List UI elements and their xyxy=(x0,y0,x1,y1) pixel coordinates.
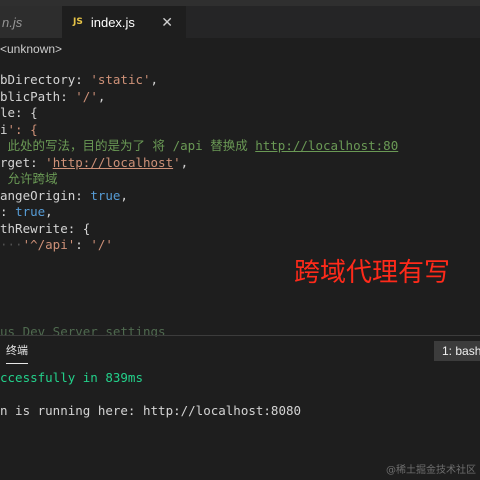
tab-index-js[interactable]: JS index.js ✕ xyxy=(63,6,186,38)
code-token: '^/api' xyxy=(22,237,76,252)
code-line: blicPath: '/', xyxy=(0,89,480,106)
code-line: : true, xyxy=(0,204,480,221)
code-token: ' xyxy=(173,154,181,170)
code-token: ' xyxy=(45,154,53,170)
javascript-file-icon: JS xyxy=(73,17,83,27)
code-token: true xyxy=(90,187,121,203)
breadcrumb-item[interactable]: <unknown> xyxy=(0,42,62,56)
code-editor[interactable]: bDirectory: 'static', blicPath: '/', le: {… xyxy=(0,72,480,254)
shell-select[interactable]: 1: bash xyxy=(434,341,480,361)
code-token: rget: xyxy=(0,154,46,170)
terminal-output[interactable]: ccessfully in 839ms n is running here: ht… xyxy=(0,370,480,420)
code-line: 此处的写法，目的是为了 将 /api 替换成 http://localhost:… xyxy=(0,138,480,155)
code-token: '/' xyxy=(90,237,113,252)
tab-previous-file[interactable]: n.js xyxy=(0,6,63,38)
code-line: thRewrite: { xyxy=(0,221,480,238)
code-token: , xyxy=(180,154,189,170)
code-token: , xyxy=(120,187,128,203)
code-token: ': { xyxy=(7,121,38,137)
code-token: '/' xyxy=(75,88,98,104)
code-token: 允许跨域 xyxy=(0,171,58,186)
code-line: i': { xyxy=(0,122,480,139)
code-token: http://localhost xyxy=(52,154,174,170)
code-token: 此处的写法，目的是为了 将 /api 替换成 xyxy=(0,138,256,153)
editor-tab-bar: n.js JS index.js ✕ xyxy=(0,6,480,38)
tab-label: n.js xyxy=(2,14,23,30)
code-token: bDirectory: xyxy=(0,72,91,87)
breadcrumb[interactable]: <unknown> xyxy=(0,40,480,58)
code-line: angeOrigin: true, xyxy=(0,188,480,205)
terminal-line: ccessfully in 839ms xyxy=(0,370,143,385)
code-token: true xyxy=(15,204,46,219)
code-line: le: { xyxy=(0,105,480,122)
tab-terminal[interactable]: 终端 xyxy=(6,342,28,364)
code-token: : xyxy=(75,237,91,252)
code-token: 'static' xyxy=(90,72,151,87)
code-token: blicPath: xyxy=(0,88,76,104)
code-token: , xyxy=(45,204,53,219)
code-token: , xyxy=(150,72,159,87)
annotation-text: 跨域代理有写 xyxy=(294,258,451,288)
watermark: @稀土掘金技术社区 xyxy=(386,465,476,476)
panel-header: 终端 1: bash xyxy=(0,336,480,366)
terminal-line: n is running here: http://localhost:8080 xyxy=(0,403,302,418)
code-token: angeOrigin: xyxy=(0,187,91,203)
code-token: thRewrite: { xyxy=(0,220,91,236)
close-icon[interactable]: ✕ xyxy=(161,14,173,31)
code-token: i xyxy=(0,121,8,137)
code-token: : xyxy=(0,204,16,219)
code-token: le: { xyxy=(0,105,38,120)
code-token: ··· xyxy=(0,237,23,252)
code-line: bDirectory: 'static', xyxy=(0,72,480,89)
code-line: 允许跨域 xyxy=(0,171,480,188)
code-line: rget: 'http://localhost', xyxy=(0,155,480,172)
tab-label: index.js xyxy=(90,14,135,30)
code-token: , xyxy=(97,88,106,104)
code-token: http://localhost:80 xyxy=(255,138,399,153)
